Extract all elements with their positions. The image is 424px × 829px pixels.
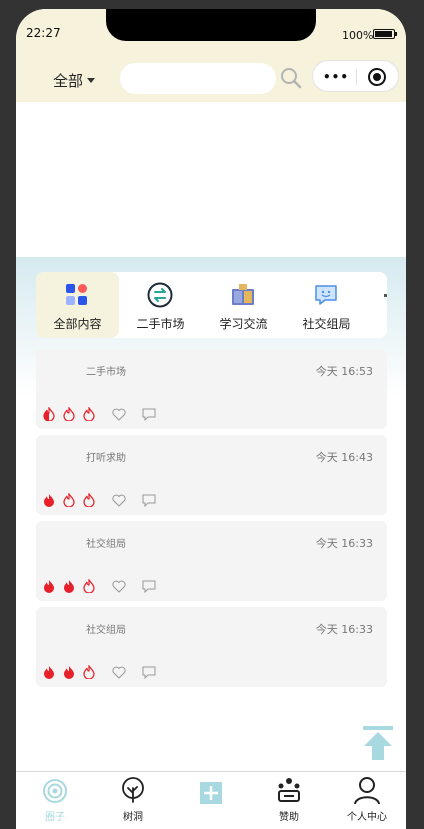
sponsor-icon [278, 778, 300, 802]
heart-icon[interactable] [112, 494, 126, 507]
chat-icon [315, 285, 337, 305]
post-card[interactable]: 打听求助 今天 16:43 [36, 435, 387, 515]
tab-label: 赞助 [279, 812, 299, 823]
tab-post[interactable] [172, 772, 250, 829]
tab-label: 圈子 [45, 812, 65, 823]
banner-area [16, 102, 406, 257]
exchange-icon [147, 282, 173, 308]
tab-sponsor[interactable]: 赞助 [250, 772, 328, 829]
tab-circle[interactable]: 圈子 [16, 772, 94, 829]
flame-half-icon [43, 407, 55, 421]
flame-filled-icon [44, 666, 54, 679]
category-label: 二手市场 [136, 317, 185, 331]
comment-icon[interactable] [142, 408, 156, 421]
phone-screen: 22:27 100% 全部 ••• 全部内容 二手市场 学习交流 社交组局 二手… [16, 9, 406, 829]
post-category: 社交组局 [86, 539, 126, 550]
capsule-divider [356, 69, 357, 85]
search-icon[interactable] [280, 67, 302, 89]
comment-icon[interactable] [142, 580, 156, 593]
post-card[interactable]: 二手市场 今天 16:53 [36, 349, 387, 429]
caret-down-icon [87, 78, 96, 83]
circle-target-icon [43, 779, 67, 803]
post-card[interactable]: 社交组局 今天 16:33 [36, 521, 387, 601]
person-icon [354, 777, 380, 804]
category-more[interactable] [368, 272, 387, 338]
grid-icon [66, 284, 87, 305]
battery-percent: 100% [342, 29, 374, 42]
book-icon [232, 284, 254, 305]
heart-icon[interactable] [112, 580, 126, 593]
flame-filled-icon [44, 494, 54, 507]
post-time: 今天 16:43 [315, 451, 373, 464]
camera-notch [106, 9, 316, 41]
mini-program-capsule: ••• [312, 60, 399, 92]
flame-outline-icon [83, 665, 95, 679]
filter-label: 全部 [53, 72, 84, 90]
flame-outline-icon [83, 407, 95, 421]
category-social[interactable]: 社交组局 [285, 272, 368, 338]
comment-icon[interactable] [142, 666, 156, 679]
post-time: 今天 16:33 [315, 623, 373, 636]
flame-filled-icon [64, 580, 74, 593]
category-study[interactable]: 学习交流 [202, 272, 285, 338]
heat-rating [42, 407, 96, 421]
status-time: 22:27 [26, 26, 61, 40]
post-time: 今天 16:53 [315, 365, 373, 378]
battery-icon [373, 29, 397, 39]
heat-rating [42, 665, 96, 679]
category-secondhand[interactable]: 二手市场 [119, 272, 202, 338]
category-label: 学习交流 [219, 317, 268, 331]
comment-icon[interactable] [142, 494, 156, 507]
heat-rating [42, 493, 96, 507]
post-category: 社交组局 [86, 625, 126, 636]
post-card[interactable]: 社交组局 今天 16:33 [36, 607, 387, 687]
category-label: 全部内容 [53, 317, 102, 331]
post-category: 打听求助 [86, 453, 126, 464]
tab-label: 个人中心 [347, 812, 387, 823]
tab-profile[interactable]: 个人中心 [328, 772, 406, 829]
category-filter-dropdown[interactable]: 全部 [53, 70, 96, 91]
post-time: 今天 16:33 [315, 537, 373, 550]
heart-icon[interactable] [112, 408, 126, 421]
post-category: 二手市场 [86, 367, 126, 378]
flame-outline-icon [83, 493, 95, 507]
close-target-icon[interactable] [368, 68, 386, 86]
heat-rating [42, 579, 96, 593]
back-to-top-icon[interactable] [362, 726, 394, 760]
bottom-tab-bar: 圈子 树洞 赞助 个人中心 [16, 771, 406, 829]
flame-outline-icon [63, 493, 75, 507]
search-input[interactable] [120, 63, 276, 94]
more-icon[interactable]: ••• [323, 70, 349, 84]
flame-outline-icon [83, 579, 95, 593]
plus-icon [200, 782, 222, 804]
category-all[interactable]: 全部内容 [36, 272, 119, 338]
tab-label: 树洞 [123, 812, 143, 823]
heart-icon[interactable] [112, 666, 126, 679]
tab-tree-hole[interactable]: 树洞 [94, 772, 172, 829]
flame-filled-icon [64, 666, 74, 679]
more-icon [384, 294, 387, 297]
category-label: 社交组局 [302, 317, 351, 331]
tree-icon [122, 777, 144, 803]
flame-filled-icon [44, 580, 54, 593]
category-bar: 全部内容 二手市场 学习交流 社交组局 [36, 272, 387, 338]
flame-outline-icon [63, 407, 75, 421]
